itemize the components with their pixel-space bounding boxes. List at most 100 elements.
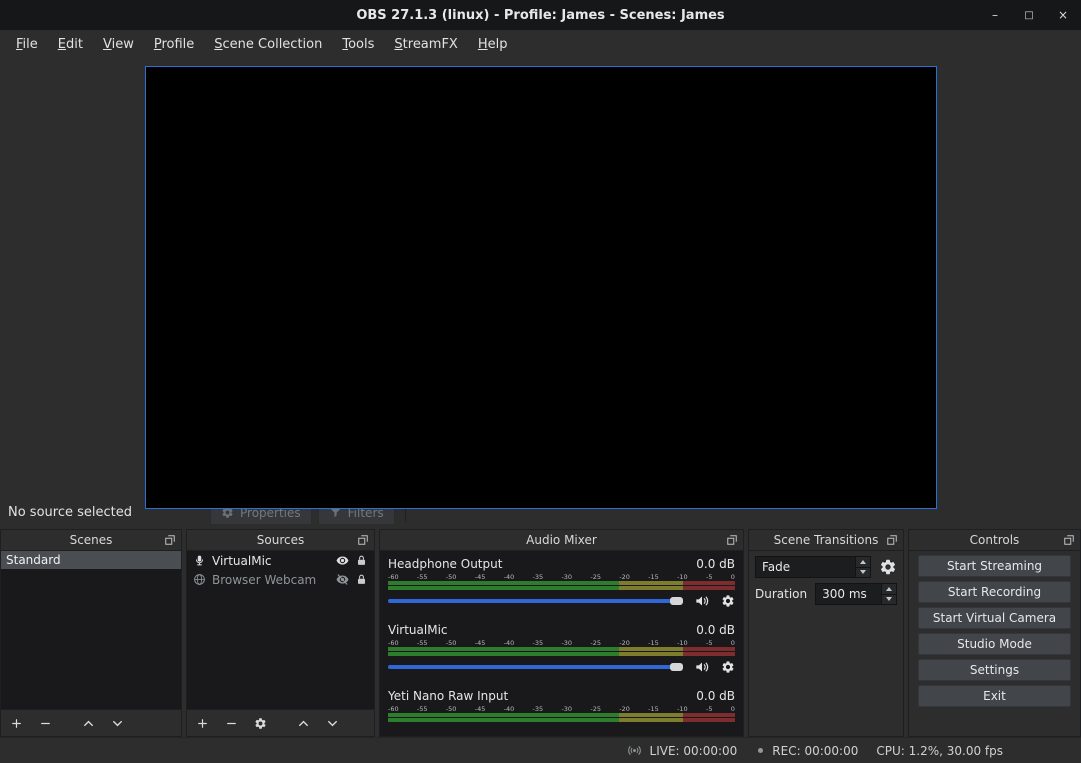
sources-dock: Sources VirtualMic Browser Webcam bbox=[186, 529, 375, 737]
popout-icon[interactable] bbox=[164, 534, 176, 546]
menu-file[interactable]: File bbox=[6, 33, 48, 56]
settings-button[interactable]: Settings bbox=[918, 659, 1071, 681]
menu-profile[interactable]: Profile bbox=[144, 33, 204, 56]
live-status: LIVE: 00:00:00 bbox=[625, 743, 738, 758]
start-recording-button[interactable]: Start Recording bbox=[918, 581, 1071, 603]
broadcast-icon bbox=[625, 743, 644, 758]
minimize-button[interactable]: – bbox=[985, 8, 1005, 22]
cpu-fps-stats: CPU: 1.2%, 30.00 fps bbox=[876, 744, 1003, 758]
volume-slider[interactable] bbox=[388, 593, 683, 609]
scene-up-button[interactable] bbox=[82, 717, 95, 730]
slider-handle[interactable] bbox=[670, 597, 683, 605]
mixer-dock-header[interactable]: Audio Mixer bbox=[380, 530, 743, 551]
menubar: File Edit View Profile Scene Collection … bbox=[0, 30, 1081, 58]
popout-icon[interactable] bbox=[1063, 534, 1075, 546]
combo-down-arrow[interactable] bbox=[856, 567, 870, 578]
gear-icon[interactable] bbox=[721, 660, 735, 674]
visibility-eye-off-icon[interactable] bbox=[336, 573, 349, 586]
transitions-body: Fade Duration 300 ms bbox=[749, 551, 903, 736]
controls-dock: Controls Start Streaming Start Recording… bbox=[908, 529, 1081, 737]
menu-scene-collection[interactable]: Scene Collection bbox=[204, 33, 332, 56]
menu-edit[interactable]: Edit bbox=[48, 33, 93, 56]
remove-source-button[interactable] bbox=[225, 717, 238, 730]
controls-body: Start Streaming Start Recording Start Vi… bbox=[909, 551, 1080, 736]
mixer-channel-virtualmic: VirtualMic 0.0 dB -60-55-50-45-40-35-30-… bbox=[388, 623, 735, 675]
controls-dock-title: Controls bbox=[970, 533, 1020, 547]
channel-level: 0.0 dB bbox=[696, 689, 735, 705]
maximize-button[interactable]: □ bbox=[1019, 10, 1039, 21]
obs-window: OBS 27.1.3 (linux) - Profile: James - Sc… bbox=[0, 0, 1081, 763]
popout-icon[interactable] bbox=[886, 534, 898, 546]
channel-name: Yeti Nano Raw Input bbox=[388, 689, 508, 705]
transition-select[interactable]: Fade bbox=[755, 556, 871, 578]
channel-name: Headphone Output bbox=[388, 557, 502, 573]
menu-streamfx[interactable]: StreamFX bbox=[384, 33, 467, 56]
menu-help[interactable]: Help bbox=[468, 33, 518, 56]
add-source-button[interactable] bbox=[196, 717, 209, 730]
sources-list[interactable]: VirtualMic Browser Webcam bbox=[187, 551, 374, 709]
menu-view[interactable]: View bbox=[93, 33, 144, 56]
menu-tools[interactable]: Tools bbox=[332, 33, 384, 56]
source-item-virtualmic[interactable]: VirtualMic bbox=[187, 551, 374, 570]
transition-value: Fade bbox=[756, 557, 855, 577]
statusbar: LIVE: 00:00:00 REC: 00:00:00 CPU: 1.2%, … bbox=[0, 737, 1081, 763]
slider-track[interactable] bbox=[388, 665, 681, 669]
close-button[interactable]: × bbox=[1053, 8, 1073, 22]
slider-track[interactable] bbox=[388, 599, 681, 603]
scenes-dock-title: Scenes bbox=[70, 533, 113, 547]
scene-down-button[interactable] bbox=[111, 717, 124, 730]
scenes-toolbar bbox=[1, 709, 181, 736]
meter-scale: -60-55-50-45-40-35-30-25-20-15-10-50 bbox=[388, 705, 735, 713]
volume-meter bbox=[388, 581, 735, 590]
transition-gear-icon[interactable] bbox=[879, 558, 897, 576]
volume-meter bbox=[388, 713, 735, 722]
controls-dock-header[interactable]: Controls bbox=[909, 530, 1080, 551]
duration-down-arrow[interactable] bbox=[882, 594, 896, 605]
duration-spinbox[interactable]: 300 ms bbox=[815, 583, 897, 605]
sources-dock-header[interactable]: Sources bbox=[187, 530, 374, 551]
visibility-eye-icon[interactable] bbox=[336, 554, 349, 567]
channel-level: 0.0 dB bbox=[696, 623, 735, 639]
source-label: Browser Webcam bbox=[212, 573, 330, 587]
source-down-button[interactable] bbox=[326, 717, 339, 730]
titlebar[interactable]: OBS 27.1.3 (linux) - Profile: James - Sc… bbox=[0, 0, 1081, 30]
meter-scale: -60-55-50-45-40-35-30-25-20-15-10-50 bbox=[388, 639, 735, 647]
popout-icon[interactable] bbox=[726, 534, 738, 546]
scene-item-standard[interactable]: Standard bbox=[1, 551, 181, 569]
globe-icon bbox=[193, 573, 206, 586]
rec-time: REC: 00:00:00 bbox=[772, 744, 858, 758]
scenes-dock: Scenes Standard bbox=[0, 529, 182, 737]
source-label: VirtualMic bbox=[212, 554, 330, 568]
mixer-body: Headphone Output 0.0 dB -60-55-50-45-40-… bbox=[380, 551, 743, 736]
volume-slider[interactable] bbox=[388, 659, 683, 675]
source-properties-gear-icon[interactable] bbox=[254, 717, 267, 730]
remove-scene-button[interactable] bbox=[39, 717, 52, 730]
transitions-dock-header[interactable]: Scene Transitions bbox=[749, 530, 903, 551]
source-item-browser-webcam[interactable]: Browser Webcam bbox=[187, 570, 374, 589]
start-virtual-camera-button[interactable]: Start Virtual Camera bbox=[918, 607, 1071, 629]
gear-icon[interactable] bbox=[721, 594, 735, 608]
docks-row: Scenes Standard Sources bbox=[0, 529, 1081, 737]
add-scene-button[interactable] bbox=[10, 717, 23, 730]
transitions-dock-title: Scene Transitions bbox=[774, 533, 879, 547]
channel-level: 0.0 dB bbox=[696, 557, 735, 573]
speaker-icon[interactable] bbox=[694, 593, 710, 609]
lock-icon[interactable] bbox=[355, 554, 368, 567]
scenes-dock-header[interactable]: Scenes bbox=[1, 530, 181, 551]
combo-up-arrow[interactable] bbox=[856, 557, 870, 567]
start-streaming-button[interactable]: Start Streaming bbox=[918, 555, 1071, 577]
source-up-button[interactable] bbox=[297, 717, 310, 730]
scenes-list[interactable]: Standard bbox=[1, 551, 181, 709]
speaker-icon[interactable] bbox=[694, 659, 710, 675]
popout-icon[interactable] bbox=[357, 534, 369, 546]
studio-mode-button[interactable]: Studio Mode bbox=[918, 633, 1071, 655]
exit-button[interactable]: Exit bbox=[918, 685, 1071, 707]
slider-handle[interactable] bbox=[670, 663, 683, 671]
lock-icon[interactable] bbox=[355, 573, 368, 586]
duration-value: 300 ms bbox=[816, 584, 881, 604]
sources-dock-title: Sources bbox=[257, 533, 304, 547]
duration-up-arrow[interactable] bbox=[882, 584, 896, 594]
scene-item-label: Standard bbox=[6, 553, 61, 567]
preview-canvas[interactable] bbox=[145, 66, 937, 509]
combo-spinner bbox=[855, 557, 870, 577]
